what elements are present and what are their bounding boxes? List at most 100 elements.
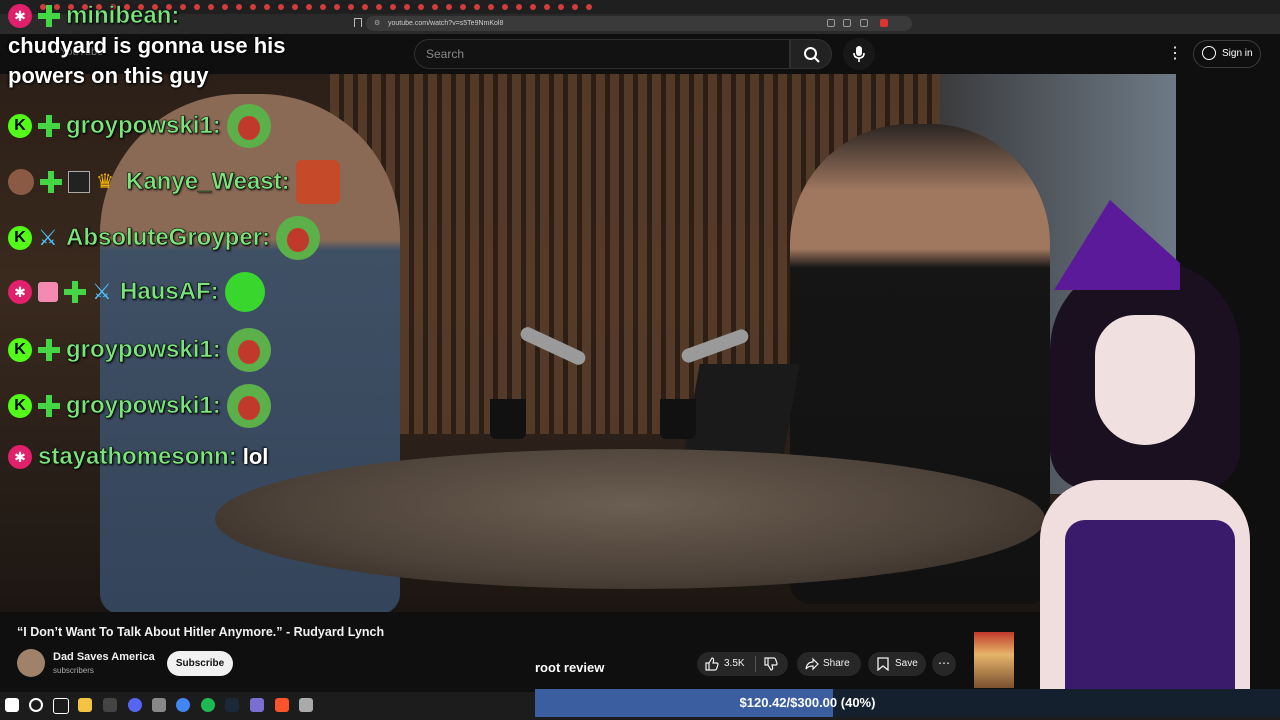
kick-badge-icon: K (8, 394, 32, 418)
sign-in-button[interactable]: Sign in (1193, 40, 1261, 68)
app-icon[interactable] (152, 698, 166, 712)
search-input[interactable]: Search (414, 39, 790, 69)
chat-text: chudyard is gonna use his (8, 33, 286, 58)
vtuber-face (1095, 315, 1195, 445)
save-playlist-icon (877, 657, 889, 671)
kick-badge-icon: K (8, 338, 32, 362)
save-button[interactable]: Save (868, 652, 926, 676)
vtuber-dress (1065, 520, 1235, 690)
screenshot-icon[interactable] (827, 19, 835, 27)
plus-badge-icon (40, 171, 62, 193)
kick-badge-icon: K (8, 226, 32, 250)
sign-in-label: Sign in (1222, 48, 1253, 59)
spotify-icon[interactable] (201, 698, 215, 712)
share-page-icon[interactable] (860, 19, 868, 27)
share-label: Share (823, 658, 850, 669)
windows-start-icon[interactable] (5, 698, 19, 712)
vtuber-avatar (1020, 190, 1270, 690)
gift-badge-icon (38, 282, 58, 302)
browser-tab-favicon[interactable] (474, 4, 480, 10)
plus-badge-icon (38, 339, 60, 361)
face-emote-icon (295, 160, 340, 204)
chat-text: lol (242, 444, 269, 469)
broken-image-badge-icon (68, 171, 90, 193)
like-divider (755, 656, 756, 672)
plus-badge-icon (38, 395, 60, 417)
save-label: Save (895, 658, 918, 669)
laughing-emote-icon (224, 272, 265, 312)
settings-menu-icon[interactable]: ⋮ (1167, 45, 1183, 63)
share-icon (805, 657, 819, 671)
discord-icon[interactable] (128, 698, 142, 712)
file-explorer-icon[interactable] (78, 698, 92, 712)
pepe-screaming-emote-icon (226, 328, 271, 372)
user-avatar-badge-icon (8, 169, 34, 195)
more-actions-icon[interactable]: ⋯ (932, 652, 956, 676)
chat-message: ✱ stayathomesonn: lol (8, 443, 268, 471)
browser-tab-favicon[interactable] (488, 4, 494, 10)
donation-goal-text: $120.42/$300.00 (40%) (739, 695, 876, 710)
brave-shield-icon[interactable] (880, 19, 888, 27)
chat-username: HausAF: (120, 278, 219, 306)
chat-message: K ⚔ AbsoluteGroyper: (8, 216, 321, 260)
coffee-mug (490, 399, 526, 439)
moderator-badge-icon: ✱ (8, 280, 32, 304)
chat-username: groypowski1: (66, 112, 221, 140)
search-icon (804, 47, 820, 63)
browser-tab-favicon[interactable] (516, 4, 522, 10)
chat-username: AbsoluteGroyper: (66, 224, 271, 252)
share-button[interactable]: Share (797, 652, 861, 676)
browser-tab-favicon[interactable] (558, 4, 564, 10)
chat-message: K groypowski1: (8, 384, 271, 428)
search-button[interactable] (790, 39, 832, 69)
pepe-screaming-emote-icon (226, 104, 271, 148)
chat-message: ✱ ⚔ HausAF: (8, 272, 265, 312)
stream-label: root review (535, 660, 605, 675)
browser-tab-favicon[interactable] (544, 4, 550, 10)
steam-icon[interactable] (225, 698, 239, 712)
plus-badge-icon (38, 5, 60, 27)
moderator-badge-icon: ✱ (8, 4, 32, 28)
brave-icon[interactable] (275, 698, 289, 712)
browser-tab-favicon[interactable] (502, 4, 508, 10)
vtube-studio-icon[interactable] (250, 698, 264, 712)
subscriber-count: subscribers (53, 666, 94, 675)
browser-tab-favicon[interactable] (572, 4, 578, 10)
like-dislike-group: 3.5K (697, 652, 788, 676)
chat-message-continued: chudyard is gonna use his (8, 33, 286, 59)
chat-message: ✱ minibean: (8, 2, 180, 30)
chat-message-continued: powers on this guy (8, 63, 208, 89)
browser-tab-favicon[interactable] (530, 4, 536, 10)
browser-tab-favicon[interactable] (586, 4, 592, 10)
chat-overlay: ✱ minibean: chudyard is gonna use his po… (0, 0, 440, 480)
chat-message: ♛ Kanye_Weast: (8, 160, 340, 204)
chrome-icon[interactable] (176, 698, 190, 712)
moderator-badge-icon: ✱ (8, 445, 32, 469)
task-view-icon[interactable] (53, 698, 69, 714)
voice-search-button[interactable] (843, 38, 875, 70)
browser-tab-favicon[interactable] (460, 4, 466, 10)
taskbar-search-icon[interactable] (29, 698, 43, 712)
plus-badge-icon (38, 115, 60, 137)
pepe-screaming-emote-icon (276, 216, 321, 260)
donation-goal-bar: $120.42/$300.00 (40%) (535, 689, 1280, 717)
browser-tab-favicon[interactable] (446, 4, 452, 10)
plus-badge-icon (64, 281, 86, 303)
pepe-screaming-emote-icon (226, 384, 271, 428)
channel-name[interactable]: Dad Saves America (53, 651, 155, 663)
thumbs-up-icon[interactable] (705, 657, 719, 671)
chat-text: powers on this guy (8, 63, 209, 88)
like-count[interactable]: 3.5K (724, 652, 745, 676)
sword-badge-icon: ⚔ (38, 225, 58, 250)
app-icon[interactable] (299, 698, 313, 712)
chat-username: groypowski1: (66, 392, 221, 420)
recommended-thumbnail[interactable] (974, 632, 1014, 688)
subscribe-button[interactable]: Subscribe (167, 651, 233, 676)
chat-username: Kanye_Weast: (126, 168, 290, 196)
chat-username: stayathomesonn: (38, 443, 237, 471)
thumbs-down-icon[interactable] (764, 657, 778, 671)
channel-avatar[interactable] (17, 649, 45, 677)
sword-badge-icon: ⚔ (92, 279, 112, 304)
zoom-icon[interactable] (843, 19, 851, 27)
obs-icon[interactable] (103, 698, 117, 712)
